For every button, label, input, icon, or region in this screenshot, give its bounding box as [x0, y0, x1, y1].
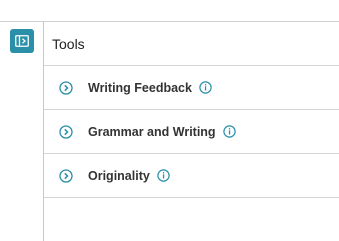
- tool-item-writing-feedback[interactable]: Writing Feedback: [44, 66, 339, 110]
- tools-panel-frame: Tools Writing Feedback Grammar and Writi…: [0, 0, 339, 241]
- info-icon[interactable]: [157, 169, 170, 182]
- info-icon[interactable]: [222, 125, 236, 138]
- panel-toggle-icon: [15, 35, 29, 47]
- chevron-right-circle-icon: [59, 124, 73, 139]
- tool-list: Writing Feedback Grammar and Writing Ori…: [44, 66, 339, 198]
- tool-item-grammar-and-writing[interactable]: Grammar and Writing: [44, 110, 339, 154]
- info-icon[interactable]: [199, 81, 212, 94]
- tool-label: Grammar and Writing: [88, 124, 216, 139]
- chevron-right-circle-icon: [59, 80, 73, 95]
- tool-label: Originality: [88, 168, 150, 183]
- panel-toggle-button[interactable]: [10, 29, 34, 53]
- tool-item-originality[interactable]: Originality: [44, 154, 339, 198]
- tools-header: Tools: [44, 22, 339, 66]
- chevron-right-circle-icon: [59, 168, 73, 183]
- tools-title: Tools: [52, 36, 85, 52]
- tool-label: Writing Feedback: [88, 80, 192, 95]
- left-rail: [0, 22, 44, 241]
